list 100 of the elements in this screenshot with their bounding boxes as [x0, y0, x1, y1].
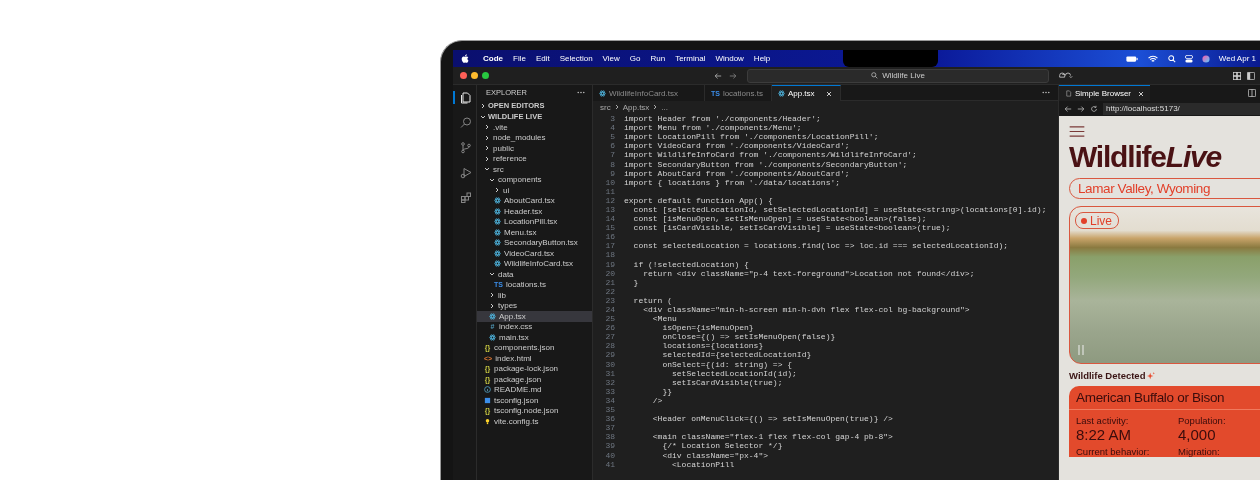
- menu-bar-entry[interactable]: Selection: [559, 54, 593, 63]
- line-number: 14: [604, 214, 615, 224]
- code-line: export default function App() {: [624, 195, 773, 205]
- file-icon: [1065, 90, 1072, 97]
- line-number: 18: [604, 250, 615, 260]
- folder-tree-row[interactable]: ui: [477, 185, 592, 196]
- code-line: const selectedLocation = locations.find(loc => loc.id === selectedLocationId);: [632, 241, 1009, 251]
- atom-icon: [777, 90, 785, 97]
- source-tree-row[interactable]: main.tsx: [477, 332, 592, 343]
- folder-tree-row[interactable]: types: [477, 300, 592, 311]
- menu-icon[interactable]: [1069, 126, 1085, 137]
- fact-label: Current behavior:: [1076, 446, 1151, 457]
- code-line: import LocationPill from './components/LocationPill';: [624, 132, 879, 142]
- apple-logo-icon[interactable]: [461, 54, 469, 63]
- close-icon[interactable]: [1138, 90, 1144, 97]
- menu-bar-entry[interactable]: Window: [715, 54, 744, 63]
- source-tree-row[interactable]: Menu.tsx: [477, 227, 592, 238]
- folder-tree-row[interactable]: public: [477, 143, 592, 154]
- breadcrumb-item[interactable]: src: [600, 102, 611, 112]
- folder-tree-row[interactable]: src: [477, 164, 592, 175]
- menu-app-name[interactable]: Code: [483, 54, 503, 63]
- folder-tree-row[interactable]: data: [477, 269, 592, 280]
- source-tree-row[interactable]: WildlifeInfoCard.tsx: [477, 258, 592, 269]
- line-number: 38: [604, 432, 615, 442]
- editor-tab[interactable]: App.tsx: [771, 85, 841, 101]
- code-line: }}: [661, 386, 672, 396]
- zoom-button[interactable]: [482, 72, 489, 79]
- split-editor-icon[interactable]: [1248, 89, 1256, 97]
- folder-tree-row[interactable]: reference: [477, 153, 592, 164]
- search-icon[interactable]: [1167, 54, 1176, 63]
- source-tree-row[interactable]: tsconfig.json: [477, 395, 592, 406]
- url-field[interactable]: http://localhost:5173/: [1103, 102, 1260, 115]
- menu-bar-entry[interactable]: Go: [629, 54, 641, 63]
- forward-arrow-icon[interactable]: [729, 71, 737, 80]
- menu-bar-entry[interactable]: Edit: [535, 54, 550, 63]
- source-tree-row[interactable]: vite.config.ts: [477, 416, 592, 427]
- code-line: {/* Location Selector */}: [661, 441, 783, 451]
- menu-bar-entry[interactable]: File: [513, 54, 526, 63]
- forward-arrow-icon[interactable]: [1077, 104, 1085, 113]
- line-number: 36: [604, 414, 615, 424]
- browser-tab[interactable]: Simple Browser: [1059, 85, 1150, 101]
- menu-bar-entry[interactable]: View: [602, 54, 620, 63]
- file-icon: [484, 396, 491, 404]
- source-tree-row[interactable]: README.md: [477, 384, 592, 395]
- line-number: 29: [604, 350, 615, 360]
- close-icon[interactable]: [825, 90, 832, 97]
- chevron-icon: [652, 104, 659, 110]
- menu-bar-entry[interactable]: Help: [753, 54, 771, 63]
- folder-tree-row[interactable]: components: [477, 174, 592, 185]
- breadcrumb-item[interactable]: App.tsx: [622, 102, 650, 112]
- fact-label: Last activity:: [1076, 415, 1130, 426]
- line-number: 5: [609, 132, 615, 142]
- sidebar-toggle-icon[interactable]: [1247, 71, 1255, 80]
- search-icon: [871, 72, 879, 79]
- command-search-field[interactable]: Wildlife Live: [747, 68, 1049, 83]
- line-number: 21: [604, 277, 615, 287]
- sparkle-icon: [1147, 371, 1156, 380]
- close-button[interactable]: [460, 72, 467, 79]
- battery-icon[interactable]: [1125, 54, 1138, 63]
- animal-name: American Buffalo or Bison: [1069, 386, 1260, 410]
- editor-tab[interactable]: WildlifeInfoCard.tsx: [593, 85, 705, 101]
- line-number: 33: [604, 386, 615, 396]
- source-tree-row[interactable]: LocationPill.tsx: [477, 216, 592, 227]
- back-arrow-icon[interactable]: [714, 71, 722, 80]
- line-number: 20: [604, 268, 615, 278]
- site-title: WildlifeLive: [1069, 141, 1222, 173]
- atom-icon: [489, 333, 496, 341]
- breadcrumb-item[interactable]: ...: [661, 102, 669, 112]
- layout-icon[interactable]: [1233, 71, 1241, 80]
- section-heading: Wildlife Detected: [1069, 370, 1146, 381]
- code-line: <div className="min-h-screen min-h-dvh flex flex-col bg-background">: [642, 305, 970, 314]
- source-tree-row[interactable]: SecondaryButton.tsx: [477, 237, 592, 248]
- menu-bar-entry[interactable]: Terminal: [675, 54, 706, 63]
- back-arrow-icon[interactable]: [1064, 104, 1072, 113]
- info-icon: [484, 386, 491, 394]
- code-line: return (: [632, 295, 672, 305]
- wifi-icon[interactable]: [1146, 54, 1159, 63]
- source-tree-row[interactable]: VideoCard.tsx: [477, 248, 592, 259]
- menu-clock[interactable]: Wed Apr 1: [1218, 54, 1256, 63]
- menu-bar-entry[interactable]: Run: [650, 54, 666, 63]
- source-tree-row[interactable]: App.tsx: [477, 311, 592, 322]
- source-tree-row[interactable]: Header.tsx: [477, 206, 592, 217]
- more-icon[interactable]: [577, 91, 585, 94]
- chevron-icon: [613, 104, 620, 110]
- code-line: import { locations } from './data/locations';: [624, 177, 841, 187]
- folder-tree-row[interactable]: lib: [477, 290, 592, 301]
- source-tree-row[interactable]: AboutCard.tsx: [477, 195, 592, 206]
- line-number: 19: [604, 259, 615, 269]
- line-number: 17: [604, 241, 615, 251]
- folder-tree-row[interactable]: .vite: [477, 122, 592, 133]
- more-icon[interactable]: [1042, 91, 1050, 94]
- line-number: 39: [604, 441, 615, 451]
- code-line: selectedId={selectedLocationId}: [661, 350, 812, 360]
- control-center-icon[interactable]: [1184, 54, 1193, 63]
- folder-tree-row[interactable]: node_modules: [477, 132, 592, 143]
- line-number: 25: [604, 314, 615, 324]
- line-number: 9: [609, 168, 615, 178]
- minimize-button[interactable]: [471, 72, 478, 79]
- reload-icon[interactable]: [1090, 104, 1098, 113]
- code-line: <div className="px-4">: [661, 450, 769, 460]
